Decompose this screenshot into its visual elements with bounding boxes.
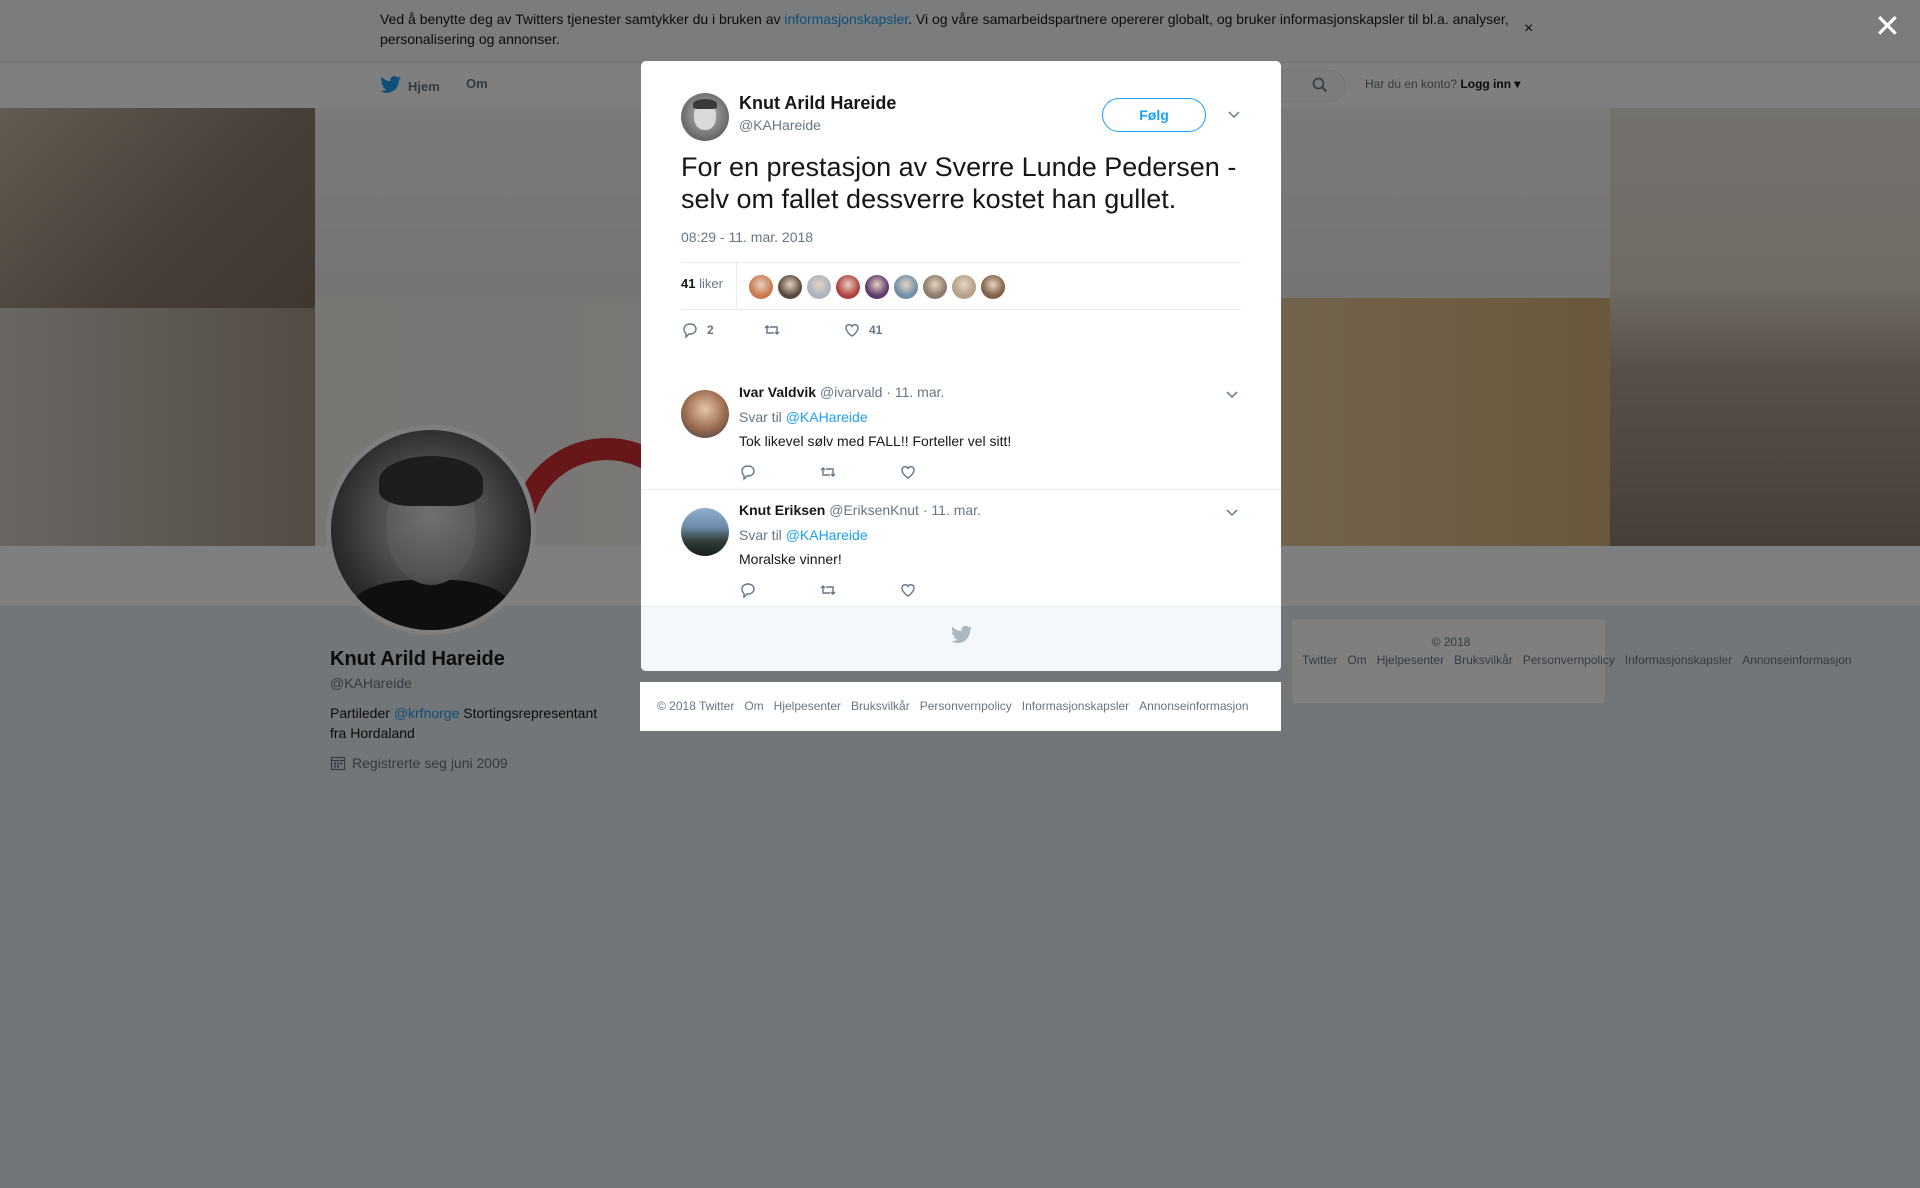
reply-avatar[interactable] <box>681 390 729 438</box>
footer-link[interactable]: Informasjonskapsler <box>1022 699 1129 713</box>
reply-date[interactable]: · 11. mar. <box>886 384 944 400</box>
liker-avatar[interactable] <box>952 275 976 299</box>
reply-icon[interactable] <box>739 463 757 481</box>
author-name[interactable]: Knut Arild Hareide <box>739 93 896 114</box>
retweet-icon[interactable] <box>819 581 837 599</box>
author-handle[interactable]: @KAHareide <box>739 117 821 133</box>
reply-date[interactable]: · 11. mar. <box>923 502 981 518</box>
twitter-bird-icon <box>951 625 973 643</box>
reply-text: Moralske vinner! <box>739 551 842 567</box>
reply-author-handle[interactable]: @ivarvald <box>820 384 882 400</box>
liker-avatar[interactable] <box>749 275 773 299</box>
footer-link[interactable]: Hjelpesenter <box>774 699 841 713</box>
footer-link[interactable]: © 2018 Twitter <box>657 699 734 713</box>
author-avatar[interactable] <box>681 93 729 141</box>
reply-card[interactable]: Knut Eriksen @EriksenKnut · 11. mar. Sva… <box>641 490 1281 608</box>
footer-link[interactable]: Personvernpolicy <box>920 699 1012 713</box>
heart-icon[interactable] <box>899 463 917 481</box>
reply-card[interactable]: Ivar Valdvik @ivarvald · 11. mar. Svar t… <box>641 372 1281 490</box>
reply-icon[interactable] <box>739 581 757 599</box>
liker-avatar[interactable] <box>865 275 889 299</box>
reply-to: Svar til @KAHareide <box>739 527 868 543</box>
retweet-action[interactable] <box>763 321 781 339</box>
tweet-timestamp[interactable]: 08:29 - 11. mar. 2018 <box>681 229 813 245</box>
reply-to-label: Svar til <box>739 527 782 543</box>
heart-icon <box>845 324 859 337</box>
reply-header: Ivar Valdvik @ivarvald · 11. mar. <box>739 384 944 400</box>
likes-label: liker <box>699 276 723 291</box>
heart-icon[interactable] <box>899 581 917 599</box>
follow-button[interactable]: Følg <box>1102 98 1206 132</box>
stats-divider <box>736 263 737 309</box>
liker-avatar[interactable] <box>836 275 860 299</box>
modal-footer <box>641 606 1281 671</box>
chevron-down-icon[interactable] <box>1227 107 1241 121</box>
legal-links: © 2018 Twitter Om Hjelpesenter Bruksvilkår P… <box>657 699 1259 713</box>
tweet-modal: Knut Arild Hareide @KAHareide Følg For e… <box>641 61 1281 671</box>
reply-header: Knut Eriksen @EriksenKnut · 11. mar. <box>739 502 981 518</box>
likes-count: 41 <box>681 276 696 291</box>
liker-avatar[interactable] <box>807 275 831 299</box>
reply-author-name[interactable]: Knut Eriksen <box>739 502 825 518</box>
footer-link[interactable]: Annonseinformasjon <box>1139 699 1248 713</box>
reply-author-handle[interactable]: @EriksenKnut <box>829 502 919 518</box>
reply-to-label: Svar til <box>739 409 782 425</box>
reply-to-link[interactable]: @KAHareide <box>786 527 868 543</box>
reply-count: 2 <box>707 323 714 337</box>
reply-to: Svar til @KAHareide <box>739 409 868 425</box>
liker-avatar[interactable] <box>894 275 918 299</box>
like-action[interactable]: 41 <box>843 321 882 339</box>
liker-avatars <box>749 275 1005 299</box>
overlay-close-icon[interactable]: ✕ <box>1874 10 1901 42</box>
reply-to-link[interactable]: @KAHareide <box>786 409 868 425</box>
reply-author-name[interactable]: Ivar Valdvik <box>739 384 816 400</box>
footer-link[interactable]: Om <box>744 699 763 713</box>
reply-text: Tok likevel sølv med FALL!! Forteller ve… <box>739 433 1012 449</box>
chevron-down-icon[interactable] <box>1225 505 1239 519</box>
retweet-icon[interactable] <box>819 463 837 481</box>
liker-avatar[interactable] <box>981 275 1005 299</box>
liker-avatar[interactable] <box>923 275 947 299</box>
reply-action[interactable]: 2 <box>681 321 714 339</box>
legal-footer: © 2018 Twitter Om Hjelpesenter Bruksvilkår P… <box>640 682 1281 731</box>
retweet-icon <box>764 325 780 335</box>
tweet-stats: 41 liker <box>681 262 1241 310</box>
chevron-down-icon[interactable] <box>1225 387 1239 401</box>
likes-stat[interactable]: 41 liker <box>681 276 723 291</box>
footer-link[interactable]: Bruksvilkår <box>851 699 910 713</box>
like-count: 41 <box>869 323 883 337</box>
tweet-text: For en prestasjon av Sverre Lunde Peders… <box>681 152 1237 214</box>
reply-icon <box>683 323 697 339</box>
liker-avatar[interactable] <box>778 275 802 299</box>
reply-avatar[interactable] <box>681 508 729 556</box>
